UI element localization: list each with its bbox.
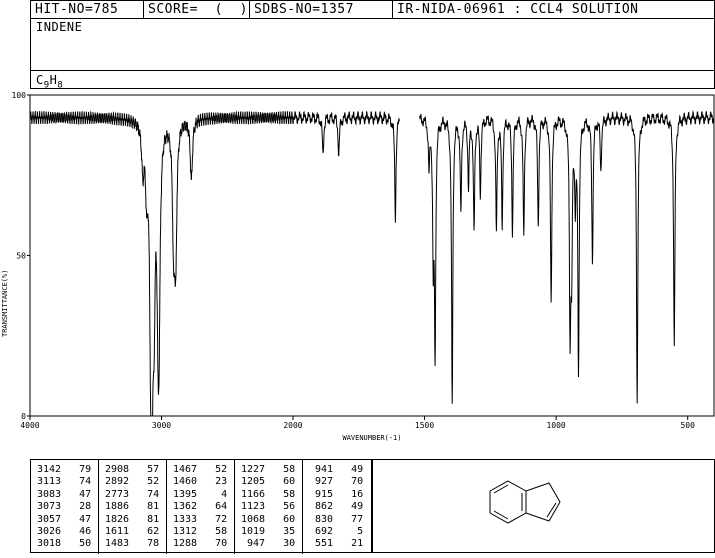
molecular-formula: C9H8 bbox=[36, 73, 63, 90]
structure-box bbox=[372, 459, 715, 553]
peak-row: 1123 56 bbox=[241, 501, 296, 513]
peak-column: 3142 79 3113 74 3083 47 3073 28 3057 47 3026 … bbox=[37, 460, 91, 551]
sdbs-number: SDBS-NO=1357 bbox=[254, 2, 354, 17]
peak-row: 1068 60 bbox=[241, 513, 296, 525]
peak-row: 862 49 bbox=[309, 501, 364, 513]
peak-row: 1166 58 bbox=[241, 488, 296, 500]
table-divider bbox=[234, 460, 235, 554]
peak-row: 1886 81 bbox=[105, 501, 160, 513]
formula-c: C bbox=[36, 73, 44, 87]
peak-row: 1227 58 bbox=[241, 464, 296, 475]
header-box: HIT-NO=785 SCORE= ( ) SDBS-NO=1357 IR-NI… bbox=[30, 0, 715, 90]
x-tick-label: 3000 bbox=[152, 421, 171, 430]
peak-row: 941 49 bbox=[309, 464, 364, 475]
peak-row: 2892 52 bbox=[105, 476, 160, 488]
table-divider bbox=[302, 460, 303, 554]
x-tick-label: 500 bbox=[680, 421, 695, 430]
peak-row: 3026 46 bbox=[37, 526, 92, 538]
peak-row: 1467 52 bbox=[173, 464, 228, 475]
peak-row: 915 16 bbox=[309, 488, 364, 500]
peak-row: 551 21 bbox=[309, 538, 364, 550]
peak-column: 1467 52 1460 23 1395 4 1362 64 1333 72 1312 5… bbox=[173, 460, 227, 551]
peak-row: 1395 4 bbox=[173, 488, 228, 500]
peak-row: 1460 23 bbox=[173, 476, 228, 488]
peak-row: 1205 60 bbox=[241, 476, 296, 488]
peak-row: 3113 74 bbox=[37, 476, 92, 488]
x-tick-label: 1500 bbox=[415, 421, 434, 430]
peak-row: 3073 28 bbox=[37, 501, 92, 513]
compound-name: INDENE bbox=[36, 20, 83, 34]
y-tick-label: 50 bbox=[16, 252, 26, 261]
x-tick-label: 1000 bbox=[546, 421, 565, 430]
peak-table: 3142 79 3113 74 3083 47 3073 28 3057 47 3026 … bbox=[30, 459, 372, 554]
peak-row: 3057 47 bbox=[37, 513, 92, 525]
peak-row: 1333 72 bbox=[173, 513, 228, 525]
hit-number: HIT-NO=785 bbox=[35, 2, 119, 17]
formula-h-count: 8 bbox=[57, 80, 64, 91]
peak-column: 941 49 927 70 915 16 862 49 830 77 692 5… bbox=[309, 460, 363, 551]
x-axis-label: WAVENUMBER(-1) bbox=[342, 434, 401, 442]
peak-row: 2773 74 bbox=[105, 488, 160, 500]
peak-row: 830 77 bbox=[309, 513, 364, 525]
formula-rule bbox=[31, 70, 714, 71]
peak-row: 927 70 bbox=[309, 476, 364, 488]
peak-row: 3018 50 bbox=[37, 538, 92, 550]
x-tick-label: 2000 bbox=[283, 421, 302, 430]
spectrum-line bbox=[29, 110, 715, 417]
y-axis-label: TRANSMITTANCE(%) bbox=[1, 270, 9, 337]
y-tick-label: 0 bbox=[21, 412, 26, 421]
peak-row: 1826 81 bbox=[105, 513, 160, 525]
ir-info: IR-NIDA-06961 : CCL4 SOLUTION bbox=[397, 2, 639, 17]
peak-column: 1227 58 1205 60 1166 58 1123 56 1068 60 1019 … bbox=[241, 460, 295, 551]
indene-structure bbox=[489, 480, 561, 524]
peak-row: 1611 62 bbox=[105, 526, 160, 538]
peak-column: 2908 57 2892 52 2773 74 1886 81 1826 81 1611 … bbox=[105, 460, 159, 551]
peak-row: 3083 47 bbox=[37, 488, 92, 500]
score-field: SCORE= ( ) bbox=[148, 2, 248, 17]
table-divider bbox=[166, 460, 167, 554]
x-tick-label: 4000 bbox=[20, 421, 39, 430]
peak-row: 947 30 bbox=[241, 538, 296, 550]
peak-row: 1362 64 bbox=[173, 501, 228, 513]
table-divider bbox=[98, 460, 99, 554]
peak-row: 1019 35 bbox=[241, 526, 296, 538]
peak-row: 1483 78 bbox=[105, 538, 160, 550]
plot-frame bbox=[29, 94, 715, 417]
y-tick-label: 100 bbox=[12, 92, 27, 100]
peak-row: 1312 58 bbox=[173, 526, 228, 538]
peak-row: 3142 79 bbox=[37, 464, 92, 475]
peak-row: 692 5 bbox=[309, 526, 364, 538]
peak-row: 2908 57 bbox=[105, 464, 160, 475]
peak-row: 1288 70 bbox=[173, 538, 228, 550]
ir-spectrum-chart: 100500 4000 3000 2000 1500 1000 500 TRANSMITT… bbox=[1, 92, 715, 442]
header-rule bbox=[31, 18, 714, 19]
